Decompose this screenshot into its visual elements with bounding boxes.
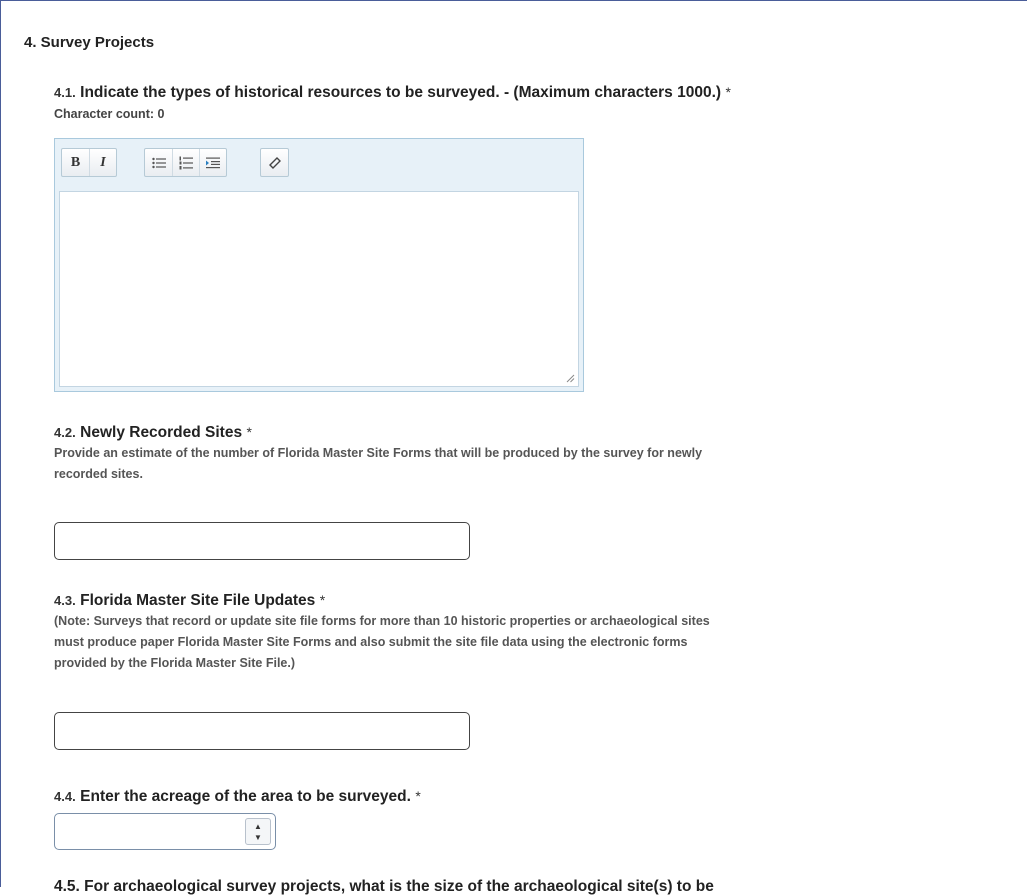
question-number: 4.1.	[54, 85, 76, 100]
question-4-3-note: (Note: Surveys that record or update sit…	[54, 611, 710, 674]
note-line: (Note: Surveys that record or update sit…	[54, 614, 710, 628]
bulleted-list-button[interactable]	[145, 149, 172, 176]
section-title: 4. Survey Projects	[24, 34, 155, 51]
italic-label: I	[100, 154, 106, 170]
spinner-down-icon[interactable]: ▼	[246, 832, 270, 843]
format-group: B I	[61, 148, 117, 177]
bold-label: B	[70, 154, 81, 170]
question-number: 4.3.	[54, 593, 76, 608]
numbered-list-icon	[179, 156, 193, 169]
question-4-3-heading: 4.3. Florida Master Site File Updates *	[54, 592, 325, 610]
clear-group	[260, 148, 289, 177]
question-title: Indicate the types of historical resourc…	[80, 84, 722, 101]
question-4-2-help: Provide an estimate of the number of Flo…	[54, 443, 702, 485]
rich-text-editor: B I	[54, 138, 584, 392]
question-title: Florida Master Site File Updates	[80, 592, 316, 609]
question-title: Enter the acreage of the area to be surv…	[80, 788, 411, 805]
indent-button[interactable]	[199, 149, 226, 176]
character-count: Character count: 0	[54, 107, 165, 121]
question-4-1-heading: 4.1. Indicate the types of historical re…	[54, 84, 731, 102]
question-number: 4.4.	[54, 789, 76, 804]
acreage-input[interactable]: ▲ ▼	[54, 813, 276, 850]
newly-recorded-sites-input[interactable]	[54, 522, 470, 560]
help-line: recorded sites.	[54, 467, 143, 481]
resize-grip-icon[interactable]	[565, 373, 575, 383]
question-title: Newly Recorded Sites	[80, 424, 243, 441]
bold-button[interactable]: B	[62, 149, 89, 176]
indent-icon	[206, 157, 220, 168]
site-file-updates-input[interactable]	[54, 712, 470, 750]
numbered-list-button[interactable]	[172, 149, 199, 176]
required-marker: *	[319, 592, 326, 608]
required-marker: *	[246, 424, 252, 440]
question-4-5-heading: 4.5. For archaeological survey projects,…	[54, 878, 714, 895]
help-line: Provide an estimate of the number of Flo…	[54, 446, 703, 460]
note-line: must produce paper Florida Master Site F…	[54, 635, 688, 649]
editor-text-area[interactable]	[59, 191, 579, 387]
question-4-2-heading: 4.2. Newly Recorded Sites *	[54, 424, 252, 442]
eraser-icon	[268, 156, 281, 169]
spinner-up-icon[interactable]: ▲	[246, 821, 270, 832]
list-group	[144, 148, 227, 177]
required-marker: *	[415, 788, 421, 804]
number-spinner[interactable]: ▲ ▼	[245, 818, 271, 845]
question-number: 4.2.	[54, 425, 76, 440]
question-4-4-heading: 4.4. Enter the acreage of the area to be…	[54, 788, 421, 806]
required-marker: *	[725, 84, 731, 100]
bulleted-list-icon	[151, 157, 166, 168]
note-line: provided by the Florida Master Site File…	[54, 656, 296, 670]
italic-button[interactable]: I	[89, 149, 116, 176]
clear-format-button[interactable]	[261, 149, 288, 176]
